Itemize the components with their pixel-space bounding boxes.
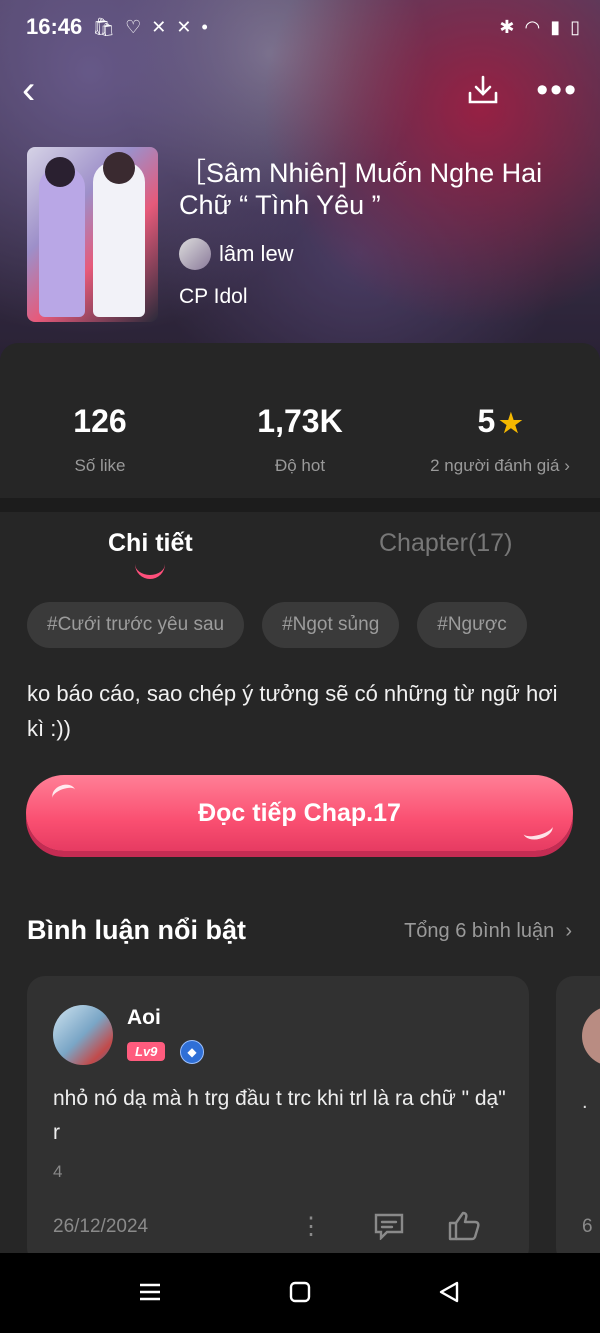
comment-text: nhỏ nó dạ mà h trg đầu t trc khi trl là … [53, 1087, 506, 1144]
status-bar: 16:46 🛍 ♡ ✕ ✕ • ✱ ◠ ▮ ▯ [26, 12, 580, 42]
rating-value: 5 [477, 403, 496, 439]
comments-total: Tổng 6 bình luận [404, 920, 555, 942]
status-time: 16:46 [26, 14, 83, 39]
like-icon[interactable] [447, 1210, 481, 1242]
likes-value: 126 [73, 403, 127, 439]
top-nav: ‹ ••• [22, 70, 578, 110]
story-title: ［Sâm Nhiên] Muốn Nghe Hai Chữ “ Tình Yêu… [179, 158, 543, 220]
comment-date: 26/12/2024 [53, 1216, 149, 1237]
commenter-avatar[interactable] [53, 1005, 113, 1065]
comment-text: . [582, 1091, 588, 1113]
author-name: lâm lew [219, 241, 294, 266]
tag-chip[interactable]: #Cưới trước yêu sau [27, 602, 245, 648]
comment-count: 6 [582, 1216, 593, 1237]
reply-icon[interactable] [373, 1212, 405, 1240]
tag-list: #Cưới trước yêu sau #Ngọt sủng #Ngược [27, 602, 527, 648]
continue-reading-button[interactable]: Đọc tiếp Chap.17 [26, 775, 573, 851]
stat-likes: 126 Số like [0, 395, 200, 495]
story-category[interactable]: CP Idol [179, 285, 248, 309]
stats-row: 126 Số like 1,73K Độ hot 5 ★ 2 người đánh… [0, 395, 600, 495]
level-badge: Lv9 [127, 1042, 166, 1061]
hot-label: Độ hot [274, 456, 326, 475]
active-tab-indicator [135, 563, 165, 579]
comment-count: 4 [53, 1162, 63, 1181]
star-icon: ★ [499, 408, 523, 438]
tab-bar: Chi tiết Chapter(17) [0, 525, 600, 585]
stat-rating[interactable]: 5 ★ 2 người đánh giá › [400, 395, 600, 495]
tab-chapters[interactable]: Chapter(17) [379, 529, 512, 558]
chevron-right-icon: › [564, 456, 570, 475]
author-link[interactable]: lâm lew [179, 238, 294, 270]
likes-label: Số like [74, 456, 126, 475]
story-description: ko báo cáo, sao chép ý tưởng sẽ có những… [27, 681, 558, 741]
tab-detail[interactable]: Chi tiết [108, 529, 193, 558]
comment-card[interactable]: Aoi Lv9 ◆ nhỏ nó dạ mà h trg đầu t trc k… [27, 976, 529, 1266]
author-avatar [179, 238, 211, 270]
verified-badge-icon: ◆ [180, 1040, 204, 1064]
comment-card-next[interactable]: . 6 [556, 976, 600, 1266]
commenter-name[interactable]: Aoi [127, 1006, 161, 1030]
more-vertical-icon[interactable]: ⋮ [299, 1212, 323, 1241]
battery-icon: ▯ [570, 16, 580, 37]
comments-total-link[interactable]: Tổng 6 bình luận › [404, 920, 572, 943]
comments-title: Bình luận nổi bật [27, 915, 246, 945]
tag-chip[interactable]: #Ngọt sủng [262, 602, 400, 648]
capcut-icon-2: ✕ [176, 16, 192, 37]
wifi-icon: ◠ [524, 16, 541, 37]
shopping-bag-icon: 🛍 [92, 16, 116, 37]
stat-hot: 1,73K Độ hot [200, 395, 400, 495]
notification-dot-icon: • [201, 16, 208, 37]
continue-reading-label: Đọc tiếp Chap.17 [198, 799, 401, 827]
download-icon[interactable] [466, 73, 500, 107]
hot-value: 1,73K [257, 403, 343, 439]
more-options-icon[interactable]: ••• [536, 71, 578, 110]
menu-icon[interactable] [139, 1281, 161, 1303]
signal-icon: ▮ [550, 16, 561, 37]
story-cover-image[interactable] [27, 147, 158, 322]
back-arrow-icon[interactable]: ‹ [22, 70, 62, 110]
heart-app-icon: ♡ [125, 16, 142, 37]
commenter-avatar [582, 1006, 600, 1066]
bluetooth-icon: ✱ [499, 16, 515, 37]
divider [0, 498, 600, 512]
system-nav-bar [0, 1253, 600, 1333]
tag-chip[interactable]: #Ngược [417, 602, 527, 648]
rating-label: 2 người đánh giá [430, 456, 560, 475]
back-triangle-icon[interactable] [438, 1281, 460, 1303]
chevron-right-icon: › [559, 920, 572, 942]
home-square-icon[interactable] [289, 1281, 311, 1303]
capcut-icon: ✕ [151, 16, 167, 37]
